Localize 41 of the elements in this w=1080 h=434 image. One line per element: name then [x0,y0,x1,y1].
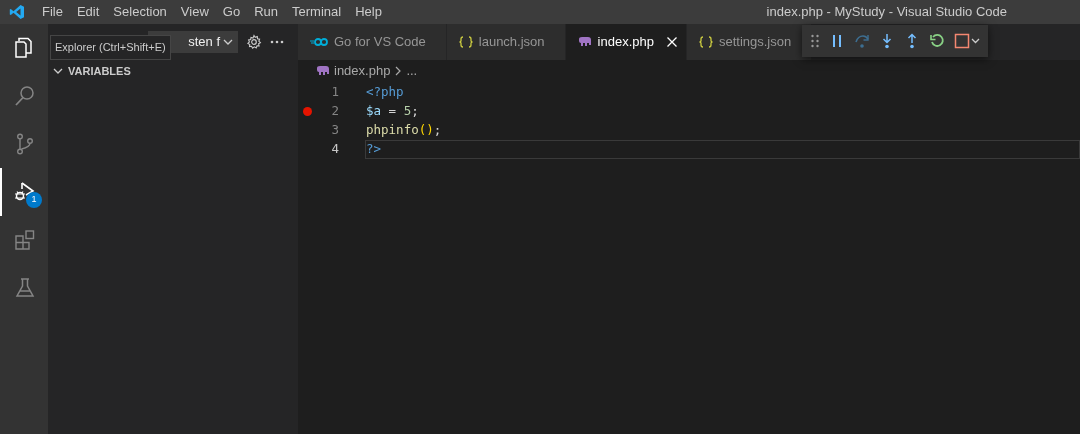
menu-item[interactable]: Selection [106,2,174,22]
extensions-icon [13,228,37,252]
line-number: 4 [330,140,339,159]
menu-item[interactable]: View [173,2,216,22]
tooltip: Explorer (Ctrl+Shift+E) [50,35,171,60]
chevron-right-icon [394,66,403,76]
stop-icon[interactable] [954,33,980,49]
grip-icon [810,33,820,49]
window-title: index.php - MyStudy - Visual Studio Code [766,3,1007,22]
code-line: phpinfo(); [365,121,443,140]
menu-item[interactable]: Go [215,2,248,22]
close-icon[interactable] [665,36,678,48]
braces-icon [458,36,473,48]
menu-item[interactable]: Edit [69,2,107,22]
code-line: $a = 5; [365,102,420,121]
restart-icon[interactable] [929,33,945,49]
elephant-icon [577,36,592,48]
line-number: 1 [330,83,339,102]
code-line: <?php [365,83,405,102]
tab[interactable]: Go for VS Code [298,24,447,60]
braces-icon [698,36,713,48]
section-header[interactable]: VARIABLES [48,60,298,82]
more-icon[interactable] [270,40,284,44]
search-icon [13,84,37,108]
badge: 1 [26,192,42,208]
line-number: 2 [330,102,339,121]
elephant-icon [316,65,330,77]
breadcrumb-item[interactable]: ... [406,61,418,81]
tab[interactable]: settings.json [686,24,813,60]
app-logo-icon [9,4,25,20]
settings-icon[interactable] [246,34,262,50]
menu-item[interactable]: File [35,2,70,22]
tab[interactable]: index.php [565,24,687,60]
line-number: 3 [330,121,339,140]
go-icon [310,37,328,47]
menu-item[interactable]: Run [247,2,285,22]
breadcrumb-item[interactable]: index.php [334,61,391,81]
tab[interactable]: launch.json [446,24,566,60]
flask-icon [13,276,37,300]
menu-item[interactable]: Terminal [285,2,349,22]
menu-item[interactable]: Help [348,2,389,22]
